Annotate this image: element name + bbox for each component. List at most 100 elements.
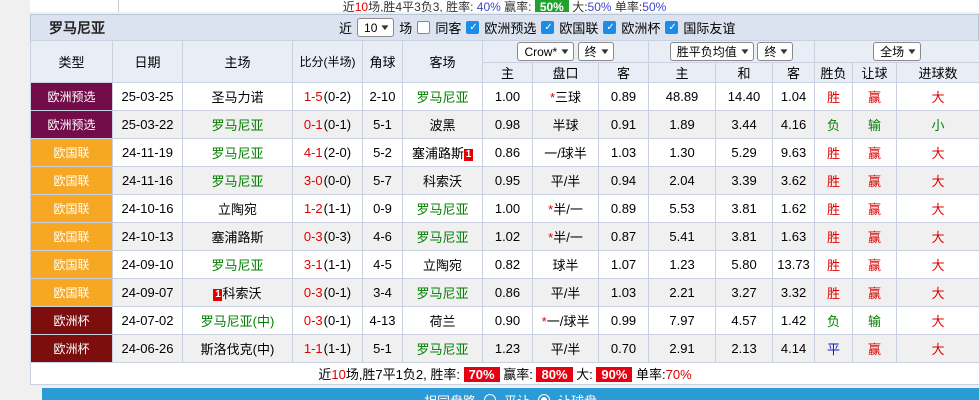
filter-checkbox-nations-league[interactable] <box>541 21 555 34</box>
home-team[interactable]: 罗马尼亚 <box>211 258 263 273</box>
away-team[interactable]: 荷兰 <box>429 314 455 329</box>
handicap-result-flag: 输 <box>868 314 882 329</box>
home-team[interactable]: 圣马力诺 <box>211 90 263 105</box>
away-team[interactable]: 立陶宛 <box>423 258 462 273</box>
chevron-down-icon: ▼ <box>379 23 392 32</box>
ah-home-odds: 0.82 <box>482 250 533 279</box>
away-team[interactable]: 罗马尼亚 <box>416 202 468 217</box>
home-team[interactable]: 罗马尼亚(中) <box>201 314 275 329</box>
handicap-line: 半/一 <box>553 202 583 217</box>
table-row: 欧国联 24-09-10 罗马尼亚 3-1(1-1) 4-5 立陶宛 0.82 … <box>30 250 979 279</box>
handicap-line: 平/半 <box>550 342 581 357</box>
home-team[interactable]: 罗马尼亚 <box>211 118 263 133</box>
chevron-down-icon: ▼ <box>559 47 572 57</box>
goals-flag: 大 <box>931 230 945 245</box>
eu-draw-odds: 3.27 <box>715 278 774 307</box>
full-score: 1-1 <box>303 341 323 356</box>
scope-select[interactable]: 全场 ▼ <box>873 42 921 61</box>
odds-company-select[interactable]: Crow* ▼ <box>517 42 575 62</box>
away-team[interactable]: 罗马尼亚 <box>416 342 468 357</box>
odds-time-select[interactable]: 终 ▼ <box>577 41 614 61</box>
goals-flag: 大 <box>931 258 945 273</box>
away-team[interactable]: 罗马尼亚 <box>416 286 468 301</box>
full-score: 4-1 <box>303 145 323 160</box>
handicap-line: 球半 <box>552 258 579 273</box>
table-row: 欧国联 24-11-16 罗马尼亚 3-0(0-0) 5-7 科索沃 0.95 … <box>30 166 979 195</box>
summary-single-rate: 50% <box>642 0 667 12</box>
summary-prefix: 近 <box>318 367 332 382</box>
table-row: 欧国联 24-09-07 1 科索沃 0-3(0-1) 3-4 罗马尼亚 0.86… <box>30 278 979 307</box>
footer-option-flat: 平让 <box>504 391 530 400</box>
summary-profit-label: 赢率: <box>504 0 532 12</box>
away-team[interactable]: 波黑 <box>429 118 455 133</box>
table-row: 欧洲预选 25-03-25 圣马力诺 1-5(0-2) 2-10 罗马尼亚 1.… <box>30 82 979 111</box>
chevron-down-icon: ▼ <box>598 46 611 56</box>
half-score: (0-2) <box>323 89 352 104</box>
ah-home-odds: 1.02 <box>482 222 533 251</box>
home-team[interactable]: 罗马尼亚 <box>211 146 263 161</box>
league-badge: 欧国联 <box>31 167 112 194</box>
europe-odds-value: 胜平负均值 <box>676 45 737 59</box>
handicap-result-flag: 赢 <box>868 230 882 245</box>
full-score: 3-0 <box>303 173 323 188</box>
ah-home-odds: 1.00 <box>482 194 533 223</box>
europe-time-select[interactable]: 终 ▼ <box>757 42 794 61</box>
chevron-down-icon: ▼ <box>778 47 791 56</box>
home-team[interactable]: 科索沃 <box>222 286 261 301</box>
home-team[interactable]: 立陶宛 <box>218 202 257 217</box>
eu-draw-odds: 3.81 <box>715 222 774 251</box>
asian-odds-group: Crow* ▼ 终 ▼ <box>481 40 650 63</box>
match-rows: 欧洲预选 25-03-25 圣马力诺 1-5(0-2) 2-10 罗马尼亚 1.… <box>30 82 979 363</box>
match-date: 25-03-25 <box>112 82 183 111</box>
matches-table: 类型 日期 主场 比分(半场) 角球 客场 Crow* ▼ 终 ▼ 胜平负均值 … <box>29 40 979 385</box>
summary-single-label: 单率: <box>636 367 666 382</box>
eu-home-odds: 1.30 <box>648 138 717 167</box>
eu-away-odds: 1.04 <box>772 82 816 111</box>
chevron-down-icon: ▼ <box>906 47 918 56</box>
handicap-result-flag: 赢 <box>868 146 882 161</box>
recent-label: 近 <box>339 21 353 36</box>
col-corner: 角球 <box>362 40 403 83</box>
ah-home-odds: 0.90 <box>482 306 533 335</box>
handicap-result-flag: 赢 <box>868 286 882 301</box>
same-away-checkbox[interactable] <box>417 21 431 34</box>
eu-home-odds: 2.04 <box>648 166 717 195</box>
col-score: 比分(半场) <box>292 40 363 83</box>
radio-goal-handicap[interactable] <box>538 394 550 400</box>
eu-draw-odds: 2.13 <box>715 334 774 363</box>
handicap-line: 一/球半 <box>544 146 587 161</box>
home-team[interactable]: 塞浦路斯 <box>211 230 263 245</box>
half-score: (0-0) <box>323 173 352 188</box>
col-eu-home: 主 <box>648 62 717 83</box>
col-ah-home: 主 <box>482 62 533 83</box>
corner-count: 5-1 <box>362 110 403 139</box>
col-ah-away: 客 <box>597 62 650 83</box>
away-team[interactable]: 科索沃 <box>423 174 462 189</box>
europe-odds-select[interactable]: 胜平负均值 ▼ <box>669 42 754 61</box>
home-team[interactable]: 斯洛伐克(中) <box>201 342 275 357</box>
team-stats-panel: 近10场,胜4平3负3, 胜率: 40% 赢率: 50% 大:50% 单率:50… <box>29 0 979 385</box>
filter-checkbox-friendly[interactable] <box>665 21 679 34</box>
summary-profit-badge: 80% <box>536 367 573 382</box>
table-row: 欧洲杯 24-06-26 斯洛伐克(中) 1-1(1-1) 5-1 罗马尼亚 1… <box>30 334 979 363</box>
recent-count-select[interactable]: 10 ▼ <box>357 18 395 37</box>
footer-option-goal: 让球盘 <box>558 391 597 400</box>
goals-flag: 大 <box>931 174 945 189</box>
eu-draw-odds: 14.40 <box>715 82 774 111</box>
away-team[interactable]: 塞浦路斯 <box>412 146 464 161</box>
eu-draw-odds: 5.29 <box>715 138 774 167</box>
table-row: 欧国联 24-10-16 立陶宛 1-2(1-1) 0-9 罗马尼亚 1.00 … <box>30 194 979 223</box>
filter-checkbox-euro-qualifier[interactable] <box>466 21 480 34</box>
away-team[interactable]: 罗马尼亚 <box>416 230 468 245</box>
summary-match-count: 10 <box>354 0 369 12</box>
table-row: 欧国联 24-11-19 罗马尼亚 4-1(2-0) 5-2 塞浦路斯 1 0.8… <box>30 138 979 167</box>
col-result: 胜负 <box>814 62 854 83</box>
filter-checkbox-euro-cup[interactable] <box>603 21 617 34</box>
radio-flat-handicap[interactable] <box>483 394 496 400</box>
full-score: 0-3 <box>303 285 323 300</box>
away-team[interactable]: 罗马尼亚 <box>416 90 468 105</box>
goals-flag: 大 <box>931 146 945 161</box>
home-team[interactable]: 罗马尼亚 <box>211 174 263 189</box>
handicap-result-flag: 赢 <box>868 174 882 189</box>
ah-away-odds: 1.03 <box>597 138 650 167</box>
